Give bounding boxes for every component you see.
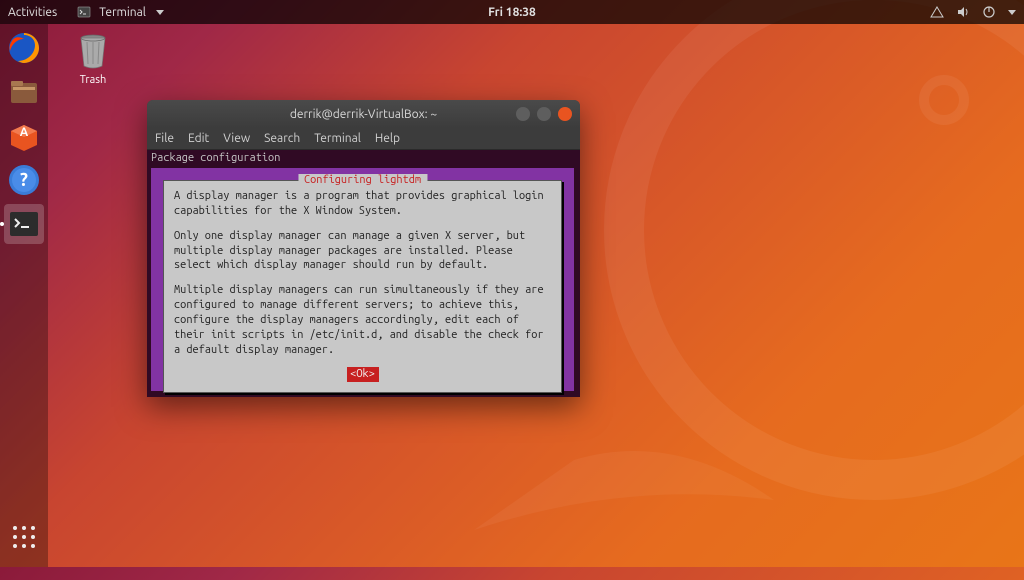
terminal-body: Package configuration Configuring lightd…: [147, 150, 580, 397]
dock-software[interactable]: A: [4, 116, 44, 156]
package-config-header: Package configuration: [147, 150, 580, 166]
dock-files[interactable]: [4, 72, 44, 112]
close-button[interactable]: [558, 107, 572, 121]
firefox-icon: [7, 31, 41, 65]
help-icon: ?: [7, 163, 41, 197]
debconf-content: A display manager is a program that prov…: [174, 189, 551, 382]
debconf-dialog-title: Configuring lightdm: [298, 174, 427, 186]
debconf-paragraph-2: Only one display manager can manage a gi…: [174, 229, 551, 274]
active-app-label: Terminal: [99, 6, 146, 19]
maximize-button[interactable]: [537, 107, 551, 121]
activities-button[interactable]: Activities: [8, 6, 57, 19]
svg-text:?: ?: [20, 170, 28, 190]
terminal-titlebar[interactable]: derrik@derrik-VirtualBox: ~: [147, 100, 580, 128]
chevron-down-icon: [156, 10, 164, 15]
svg-text:A: A: [20, 126, 29, 139]
terminal-small-icon: [77, 5, 91, 19]
chevron-down-icon[interactable]: [1008, 10, 1016, 15]
terminal-window: derrik@derrik-VirtualBox: ~ File Edit Vi…: [147, 100, 580, 397]
debconf-dialog: Configuring lightdm A display manager is…: [163, 180, 562, 393]
ok-button[interactable]: <Ok>: [347, 367, 379, 382]
top-panel: Activities Terminal Fri 18:38: [0, 0, 1024, 24]
trash-icon: [75, 30, 111, 70]
apps-grid-icon: [10, 523, 38, 551]
menu-file[interactable]: File: [155, 132, 174, 145]
debconf-background: Configuring lightdm A display manager is…: [151, 168, 574, 391]
menu-search[interactable]: Search: [264, 132, 300, 145]
dock-terminal[interactable]: [4, 204, 44, 244]
menu-help[interactable]: Help: [375, 132, 400, 145]
terminal-icon: [7, 207, 41, 241]
debconf-paragraph-3: Multiple display managers can run simult…: [174, 283, 551, 357]
trash-label: Trash: [80, 74, 107, 86]
active-app-menu[interactable]: Terminal: [77, 5, 164, 19]
menu-terminal[interactable]: Terminal: [314, 132, 361, 145]
terminal-title: derrik@derrik-VirtualBox: ~: [290, 108, 437, 121]
clock[interactable]: Fri 18:38: [488, 6, 536, 19]
debconf-paragraph-1: A display manager is a program that prov…: [174, 189, 551, 219]
volume-icon[interactable]: [956, 5, 970, 19]
minimize-button[interactable]: [516, 107, 530, 121]
dock-apps-grid[interactable]: [4, 517, 44, 557]
dock: A ?: [0, 24, 48, 567]
desktop-trash[interactable]: Trash: [58, 30, 128, 86]
software-icon: A: [7, 119, 41, 153]
terminal-menubar: File Edit View Search Terminal Help: [147, 128, 580, 150]
menu-edit[interactable]: Edit: [188, 132, 209, 145]
files-icon: [7, 75, 41, 109]
network-icon[interactable]: [930, 5, 944, 19]
power-icon[interactable]: [982, 5, 996, 19]
dock-help[interactable]: ?: [4, 160, 44, 200]
dock-firefox[interactable]: [4, 28, 44, 68]
menu-view[interactable]: View: [223, 132, 250, 145]
